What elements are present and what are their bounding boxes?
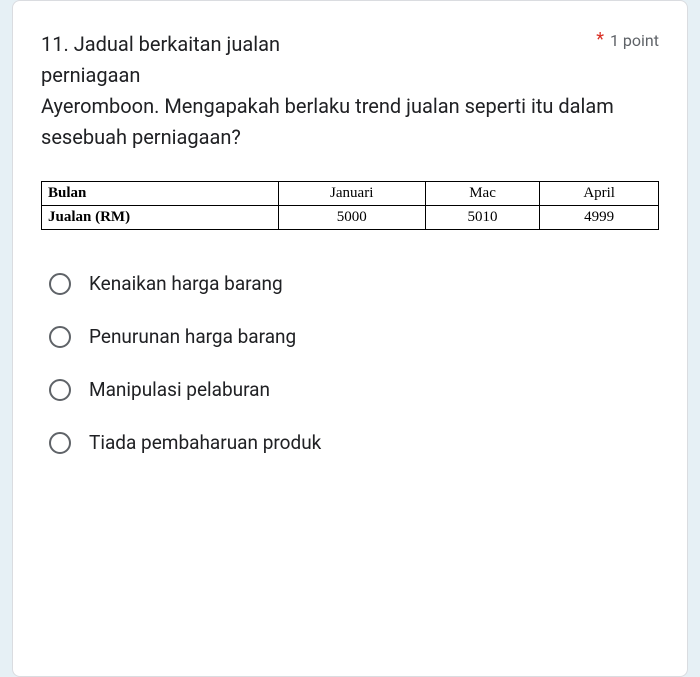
month-header-1: Mac [425, 182, 540, 206]
radio-icon [49, 379, 71, 401]
option-label: Penurunan harga barang [89, 325, 296, 348]
radio-icon [49, 273, 71, 295]
question-title-line1: 11. Jadual berkaitan jualan [41, 29, 588, 60]
radio-icon [49, 326, 71, 348]
options-group: Kenaikan harga barang Penurunan harga ba… [41, 264, 659, 462]
row-label-header: Bulan [42, 182, 279, 206]
option-label: Kenaikan harga barang [89, 272, 283, 295]
value-2: 4999 [540, 206, 659, 230]
points-label: 1 point [610, 31, 659, 50]
sales-table: Bulan Januari Mac April Jualan (RM) 5000… [41, 181, 659, 230]
question-text: perniagaan Ayeromboon. Mengapakah berlak… [41, 60, 659, 153]
radio-icon [49, 432, 71, 454]
table-row: Jualan (RM) 5000 5010 4999 [42, 206, 659, 230]
question-card: 11. Jadual berkaitan jualan * 1 point pe… [12, 0, 688, 677]
value-1: 5010 [425, 206, 540, 230]
table-row: Bulan Januari Mac April [42, 182, 659, 206]
option-0[interactable]: Kenaikan harga barang [41, 264, 659, 303]
month-header-2: April [540, 182, 659, 206]
truncation-indicator [41, 236, 659, 246]
option-1[interactable]: Penurunan harga barang [41, 317, 659, 356]
option-label: Tiada pembaharuan produk [89, 431, 321, 454]
option-3[interactable]: Tiada pembaharuan produk [41, 423, 659, 462]
month-header-0: Januari [278, 182, 425, 206]
value-0: 5000 [278, 206, 425, 230]
option-label: Manipulasi pelaburan [89, 378, 270, 401]
question-header: 11. Jadual berkaitan jualan * 1 point [41, 29, 659, 60]
required-asterisk: * [596, 31, 604, 49]
option-2[interactable]: Manipulasi pelaburan [41, 370, 659, 409]
value-row-header: Jualan (RM) [42, 206, 279, 230]
points-indicator: * 1 point [596, 29, 659, 50]
